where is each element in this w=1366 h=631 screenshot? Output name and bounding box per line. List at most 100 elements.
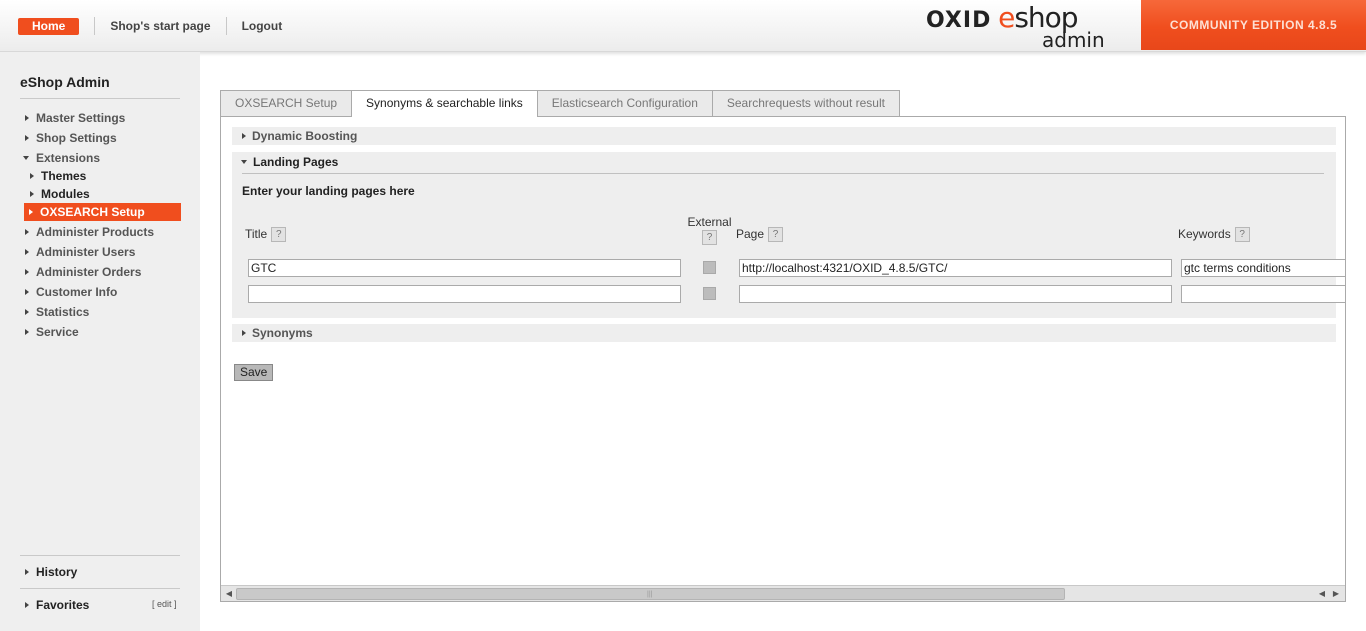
- tab-bar: OXSEARCH Setup Synonyms & searchable lin…: [220, 90, 900, 117]
- sidebar-item-modules[interactable]: Modules: [28, 187, 90, 201]
- nav-separator: [94, 17, 96, 35]
- sidebar-divider: [20, 555, 180, 556]
- help-icon[interactable]: ?: [271, 227, 287, 243]
- sidebar-item-label: Statistics: [36, 305, 90, 319]
- tab-elasticsearch-configuration[interactable]: Elasticsearch Configuration: [536, 90, 713, 116]
- history-label: History: [36, 565, 78, 579]
- sidebar-item-themes[interactable]: Themes: [28, 169, 86, 183]
- logo-admin: admin: [1042, 28, 1105, 52]
- sidebar-item-label: Extensions: [36, 151, 101, 165]
- sidebar-item-label: Customer Info: [36, 285, 118, 299]
- logo-oxid: OXID: [926, 8, 992, 33]
- help-icon[interactable]: ?: [702, 230, 717, 246]
- scrollbar-thumb[interactable]: |||: [236, 588, 1065, 600]
- triangle-down-icon: [241, 160, 247, 164]
- triangle-down-icon: [23, 156, 29, 160]
- landing-page-input[interactable]: http://localhost:4321/OXID_4.8.5/GTC/: [739, 259, 1172, 277]
- triangle-right-icon: [25, 289, 29, 295]
- sidebar: eShop Admin Master Settings Shop Setting…: [0, 52, 200, 631]
- sidebar-item-service[interactable]: Service: [23, 325, 79, 339]
- sidebar-item-label: Themes: [41, 169, 87, 183]
- sidebar-item-extensions[interactable]: Extensions: [22, 151, 100, 165]
- sidebar-item-administer-orders[interactable]: Administer Orders: [23, 265, 141, 279]
- section-divider: [242, 173, 1324, 174]
- triangle-right-icon: [25, 269, 29, 275]
- triangle-right-icon: [25, 602, 29, 608]
- triangle-right-icon: [25, 229, 29, 235]
- sidebar-favorites[interactable]: Favorites: [23, 598, 89, 612]
- landing-title-input[interactable]: GTC: [248, 259, 681, 277]
- landing-title-input[interactable]: [248, 285, 681, 303]
- horizontal-scrollbar[interactable]: ◀ ||| ◀ ▶: [221, 585, 1345, 601]
- help-icon[interactable]: ?: [1234, 227, 1250, 243]
- triangle-right-icon: [25, 329, 29, 335]
- section-label: Dynamic Boosting: [252, 129, 358, 143]
- triangle-right-icon: [30, 191, 34, 197]
- section-label: Synonyms: [252, 326, 313, 340]
- sidebar-item-master-settings[interactable]: Master Settings: [23, 111, 125, 125]
- scroll-right-icon[interactable]: ▶: [1329, 587, 1343, 600]
- landing-pages-header[interactable]: Landing Pages: [240, 154, 338, 170]
- help-icon[interactable]: ?: [768, 227, 784, 243]
- save-button[interactable]: Save: [234, 364, 274, 381]
- top-nav: Home Shop's start page Logout: [18, 17, 282, 35]
- sidebar-item-label: Administer Orders: [36, 265, 142, 279]
- landing-external-checkbox[interactable]: [703, 287, 716, 300]
- sidebar-item-administer-users[interactable]: Administer Users: [23, 245, 135, 259]
- sidebar-item-label: Administer Users: [36, 245, 136, 259]
- favorites-edit-link[interactable]: [ edit ]: [152, 599, 177, 609]
- sidebar-item-statistics[interactable]: Statistics: [23, 305, 89, 319]
- scroll-left-icon[interactable]: ◀: [1315, 587, 1329, 600]
- sidebar-history[interactable]: History: [23, 565, 77, 579]
- logo-e: e: [998, 1, 1015, 34]
- content-panel: Dynamic Boosting Landing Pages Enter you…: [220, 116, 1346, 602]
- triangle-right-icon: [25, 309, 29, 315]
- triangle-right-icon: [25, 115, 29, 121]
- section-dynamic-boosting[interactable]: Dynamic Boosting: [232, 127, 1336, 145]
- sidebar-title: eShop Admin: [20, 74, 110, 90]
- scroll-left-icon[interactable]: ◀: [222, 587, 236, 600]
- landing-external-checkbox[interactable]: [703, 261, 716, 274]
- column-label: Keywords: [1178, 227, 1231, 241]
- triangle-right-icon: [30, 173, 34, 179]
- triangle-right-icon: [242, 133, 246, 139]
- landing-keywords-input[interactable]: gtc terms conditions: [1181, 259, 1345, 277]
- sidebar-item-label: Service: [36, 325, 79, 339]
- sidebar-item-label: Master Settings: [36, 111, 126, 125]
- tab-synonyms-searchable-links[interactable]: Synonyms & searchable links: [351, 90, 538, 117]
- tab-oxsearch-setup[interactable]: OXSEARCH Setup: [220, 90, 353, 116]
- sidebar-item-label: OXSEARCH Setup: [40, 205, 145, 219]
- logout-link[interactable]: Logout: [242, 19, 283, 33]
- column-keywords-header: Keywords?: [1178, 227, 1250, 243]
- triangle-right-icon: [25, 249, 29, 255]
- sidebar-item-administer-products[interactable]: Administer Products: [23, 225, 154, 239]
- landing-page-input[interactable]: [739, 285, 1172, 303]
- sidebar-item-label: Administer Products: [36, 225, 155, 239]
- column-external-header: External ?: [687, 215, 732, 246]
- sidebar-divider: [20, 588, 180, 589]
- sidebar-item-label: Shop Settings: [36, 131, 117, 145]
- section-synonyms[interactable]: Synonyms: [232, 324, 1336, 342]
- section-label: Landing Pages: [253, 155, 339, 169]
- sidebar-item-customer-info[interactable]: Customer Info: [23, 285, 117, 299]
- sidebar-divider: [20, 98, 180, 99]
- landing-keywords-input[interactable]: [1181, 285, 1345, 303]
- triangle-right-icon: [25, 569, 29, 575]
- triangle-right-icon: [242, 330, 246, 336]
- edition-banner: COMMUNITY EDITION 4.8.5: [1141, 0, 1366, 50]
- sidebar-item-oxsearch-setup[interactable]: OXSEARCH Setup: [24, 203, 181, 221]
- top-header: Home Shop's start page Logout OXID eshop…: [0, 0, 1366, 52]
- tab-searchrequests-without-result[interactable]: Searchrequests without result: [711, 90, 900, 116]
- column-label: External: [687, 215, 732, 229]
- column-label: Title: [245, 227, 268, 241]
- column-label: Page: [736, 227, 765, 241]
- oxid-eshop-logo: OXID eshop admin: [926, 1, 1116, 52]
- home-button[interactable]: Home: [18, 17, 80, 35]
- shop-start-page-link[interactable]: Shop's start page: [110, 19, 210, 33]
- triangle-right-icon: [25, 135, 29, 141]
- triangle-right-icon: [29, 209, 33, 215]
- section-landing-pages: Landing Pages Enter your landing pages h…: [232, 152, 1345, 318]
- sidebar-item-shop-settings[interactable]: Shop Settings: [23, 131, 117, 145]
- favorites-label: Favorites: [36, 598, 90, 612]
- column-page-header: Page?: [736, 227, 784, 243]
